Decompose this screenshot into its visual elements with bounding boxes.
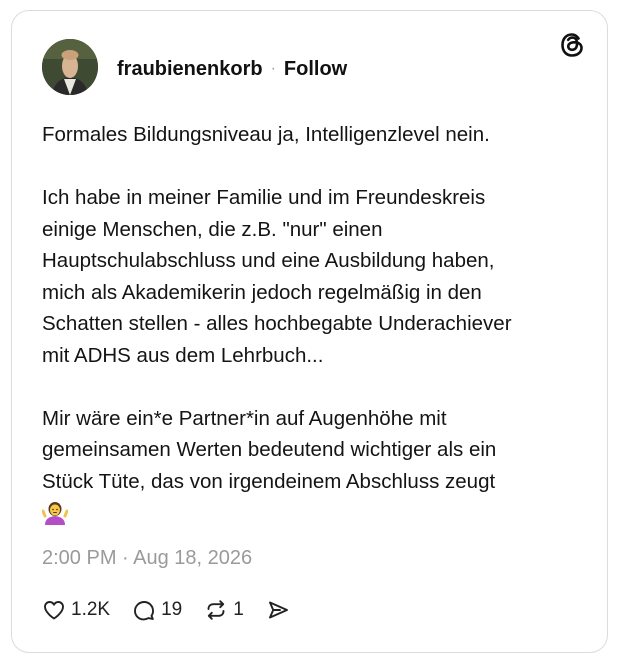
share-button[interactable] — [266, 598, 290, 622]
avatar-image — [42, 39, 98, 95]
username-link[interactable]: fraubienenkorb — [117, 58, 263, 81]
send-icon — [268, 601, 288, 619]
post-paragraph-1: Formales Bildungsniveau ja, Intelligenzl… — [42, 123, 490, 146]
woman-shrugging-emoji — [42, 502, 68, 525]
header-separator: · — [270, 60, 276, 77]
like-count: 1.2K — [71, 599, 111, 620]
post-timestamp[interactable]: 2:00 PM · Aug 18, 2026 — [42, 547, 252, 570]
follow-button[interactable]: Follow — [284, 58, 347, 81]
heart-icon — [44, 601, 64, 620]
repost-icon — [207, 600, 225, 620]
comment-bubble-icon — [134, 601, 155, 621]
avatar[interactable] — [42, 39, 98, 95]
repost-count: 1 — [233, 599, 244, 620]
action-bar: 1.2K 19 1 — [42, 595, 312, 625]
post-paragraph-3: Mir wäre ein*e Partner*in auf Augenhöhe … — [42, 406, 497, 493]
repost-button[interactable]: 1 — [204, 598, 244, 622]
post-header: fraubienenkorb · Follow — [117, 55, 347, 83]
post-body: Formales Bildungsniveau ja, Intelligenzl… — [42, 119, 582, 526]
threads-logo-icon[interactable] — [556, 29, 588, 61]
like-button[interactable]: 1.2K — [42, 598, 110, 622]
reply-button[interactable]: 19 — [132, 598, 182, 622]
reply-count: 19 — [161, 599, 183, 620]
post-card: fraubienenkorb · Follow Formales Bildung… — [11, 10, 608, 653]
post-paragraph-2: Ich habe in meiner Familie und im Freund… — [42, 186, 512, 367]
